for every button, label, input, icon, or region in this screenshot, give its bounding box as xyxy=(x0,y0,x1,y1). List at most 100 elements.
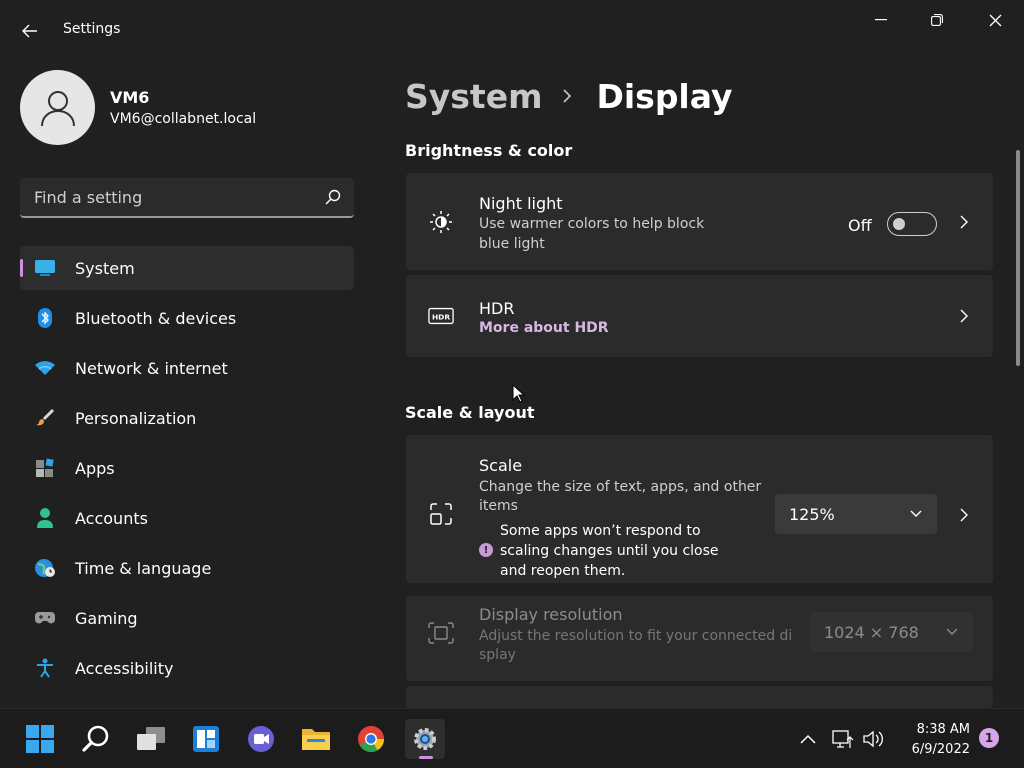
sidebar-item-apps[interactable]: Apps xyxy=(20,446,354,490)
volume-icon[interactable] xyxy=(862,729,884,749)
night-light-toggle[interactable] xyxy=(887,212,937,236)
task-view-icon xyxy=(137,727,165,750)
sidebar-item-accounts[interactable]: Accounts xyxy=(20,496,354,540)
display-resolution-desc-line1: Adjust the resolution to fit your connec… xyxy=(479,628,793,644)
chevron-down-icon xyxy=(946,628,958,635)
sidebar-item-bluetooth[interactable]: Bluetooth & devices xyxy=(20,296,354,340)
restore-icon xyxy=(931,14,943,26)
taskbar-clock[interactable]: 8:38 AM 6/9/2022 xyxy=(896,720,970,760)
user-email: VM6@collabnet.local xyxy=(110,111,257,127)
section-title-scale-layout: Scale & layout xyxy=(405,403,535,422)
clock-time: 8:38 AM xyxy=(916,722,970,737)
chevron-right-icon xyxy=(562,88,572,104)
chrome-button[interactable] xyxy=(351,719,391,759)
hdr-card[interactable]: HDR HDR More about HDR xyxy=(406,275,993,357)
section-title-brightness: Brightness & color xyxy=(405,141,573,160)
display-resolution-card[interactable]: Display resolution Adjust the resolution… xyxy=(406,596,993,681)
sidebar-item-network[interactable]: Network & internet xyxy=(20,346,354,390)
night-light-card[interactable]: Night light Use warmer colors to help bl… xyxy=(406,173,993,270)
mouse-cursor-icon xyxy=(512,384,526,403)
gamepad-icon xyxy=(34,608,56,628)
arrow-left-icon xyxy=(22,24,37,38)
sidebar-item-personalization[interactable]: Personalization xyxy=(20,396,354,440)
back-button[interactable] xyxy=(16,18,44,44)
svg-text:HDR: HDR xyxy=(432,313,450,322)
sidebar-item-label: Bluetooth & devices xyxy=(75,309,237,328)
apps-icon xyxy=(34,458,56,478)
scale-icon xyxy=(428,501,454,527)
brightness-icon xyxy=(428,209,454,235)
sidebar-item-system[interactable]: System xyxy=(20,246,354,290)
info-icon: ! xyxy=(479,543,493,557)
hdr-title: HDR xyxy=(479,299,515,318)
search-input[interactable] xyxy=(20,178,310,216)
show-hidden-icons-button[interactable] xyxy=(797,729,819,749)
close-icon xyxy=(989,14,1001,26)
notification-badge[interactable]: 1 xyxy=(979,728,999,748)
scale-info-line1: Some apps won’t respond to xyxy=(500,523,701,539)
taskbar-search-button[interactable] xyxy=(76,719,116,759)
resolution-dropdown[interactable]: 1024 × 768 xyxy=(810,612,973,652)
resolution-value: 1024 × 768 xyxy=(824,623,919,642)
page-title: Display xyxy=(596,76,733,116)
avatar[interactable] xyxy=(20,70,95,145)
scale-desc-line1: Change the size of text, apps, and other xyxy=(479,479,762,495)
file-explorer-button[interactable] xyxy=(296,719,336,759)
display-resolution-desc-line2: splay xyxy=(479,647,516,663)
breadcrumb-parent[interactable]: System xyxy=(405,77,542,116)
scale-desc-line2: items xyxy=(479,498,518,514)
sidebar-item-label: Time & language xyxy=(75,559,212,578)
chevron-up-icon xyxy=(800,734,816,744)
scale-info-text: Some apps won’t respond to scaling chang… xyxy=(500,521,740,581)
minimize-button[interactable] xyxy=(858,6,904,34)
scale-value: 125% xyxy=(789,505,835,524)
search-icon[interactable] xyxy=(324,188,342,206)
user-name: VM6 xyxy=(110,88,150,107)
chat-icon xyxy=(248,726,274,752)
sidebar-item-gaming[interactable]: Gaming xyxy=(20,596,354,640)
task-view-button[interactable] xyxy=(131,719,171,759)
widgets-button[interactable] xyxy=(186,719,226,759)
chevron-right-icon xyxy=(957,215,971,229)
sidebar-item-label: Accessibility xyxy=(75,659,174,678)
chrome-icon xyxy=(358,726,385,753)
sidebar-item-label: Apps xyxy=(75,459,115,478)
start-button[interactable] xyxy=(20,719,60,759)
night-light-state: Off xyxy=(848,216,872,235)
brush-icon xyxy=(34,408,56,428)
system-icon xyxy=(34,258,56,278)
resolution-icon xyxy=(428,620,454,646)
taskbar: 8:38 AM 6/9/2022 1 xyxy=(0,708,1024,768)
chevron-right-icon xyxy=(957,508,971,522)
toggle-knob xyxy=(893,218,905,230)
close-button[interactable] xyxy=(972,6,1018,34)
person-icon xyxy=(34,508,56,528)
widgets-icon xyxy=(193,726,219,752)
network-status-icon[interactable] xyxy=(832,729,854,749)
sidebar-item-label: Gaming xyxy=(75,609,138,628)
title-bar: Settings xyxy=(0,0,1024,60)
sidebar-item-label: Network & internet xyxy=(75,359,228,378)
accessibility-icon xyxy=(34,658,56,678)
sidebar-item-time-language[interactable]: Time & language xyxy=(20,546,354,590)
scale-card[interactable]: Scale Change the size of text, apps, and… xyxy=(406,435,993,583)
scale-dropdown[interactable]: 125% xyxy=(775,494,937,534)
folder-icon xyxy=(302,729,330,750)
sidebar-item-label: Personalization xyxy=(75,409,197,428)
display-resolution-title: Display resolution xyxy=(479,605,623,624)
app-title: Settings xyxy=(63,21,121,37)
clock-date: 6/9/2022 xyxy=(911,742,970,757)
settings-taskbar-button[interactable] xyxy=(405,719,445,759)
content-scrollbar[interactable] xyxy=(1016,150,1020,366)
scale-info-line3: and reopen them. xyxy=(500,563,626,579)
person-icon xyxy=(40,90,75,126)
restore-button[interactable] xyxy=(914,6,960,34)
search-icon xyxy=(82,725,109,752)
search-box xyxy=(20,178,354,218)
minimize-icon xyxy=(875,19,887,21)
teams-chat-button[interactable] xyxy=(241,719,281,759)
sidebar-item-accessibility[interactable]: Accessibility xyxy=(20,646,354,690)
hdr-icon: HDR xyxy=(428,303,454,329)
next-setting-card[interactable] xyxy=(406,686,993,708)
more-about-hdr-link[interactable]: More about HDR xyxy=(479,320,609,336)
